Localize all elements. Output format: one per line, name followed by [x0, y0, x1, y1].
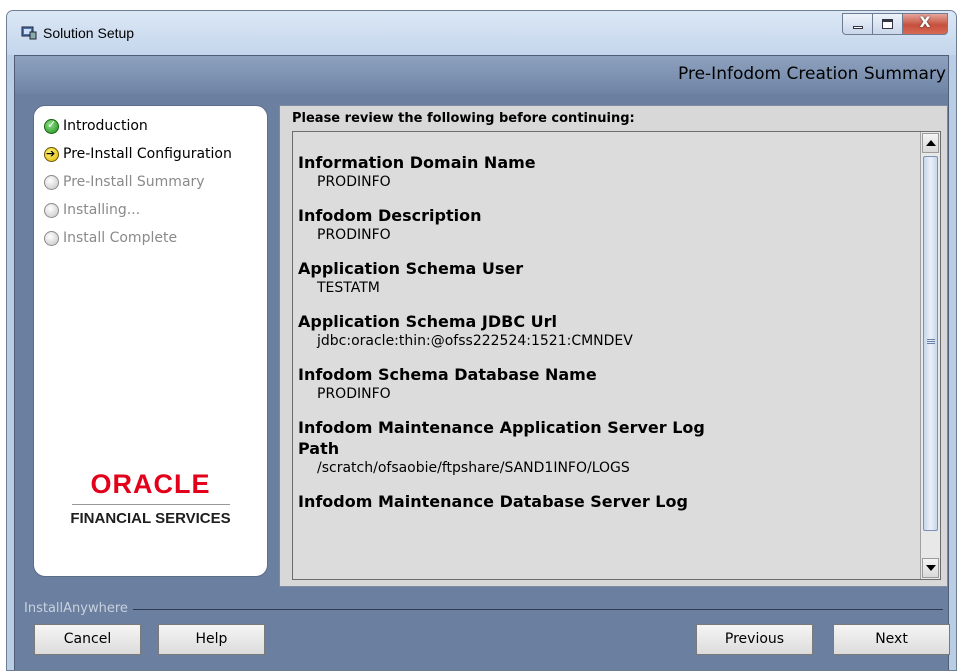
step-label: Installing... [63, 202, 141, 218]
vertical-scrollbar[interactable] [920, 132, 940, 579]
arrow-up-icon [926, 140, 936, 146]
step-label: Pre-Install Configuration [63, 146, 232, 162]
previous-button[interactable]: Previous [696, 624, 813, 655]
summary-scroll-area[interactable]: Information Domain Name PRODINFO Infodom… [292, 131, 941, 580]
summary-entry: Information Domain Name PRODINFO [298, 152, 898, 191]
title-bar[interactable]: Solution Setup X [7, 11, 956, 55]
step-label: Install Complete [63, 230, 178, 246]
arrow-right-icon [44, 146, 59, 162]
minimize-button[interactable] [842, 13, 872, 35]
entry-value: TESTATM [317, 280, 380, 296]
close-button[interactable]: X [902, 13, 948, 35]
check-icon [44, 118, 59, 134]
app-icon [21, 26, 37, 40]
entry-value: PRODINFO [317, 227, 391, 243]
pending-circle-icon [44, 230, 59, 246]
brand-subtitle: FINANCIAL SERVICES [70, 510, 231, 527]
arrow-down-icon [926, 565, 936, 571]
entry-label: Infodom Maintenance Database Server Log [298, 492, 688, 511]
minimize-icon [853, 26, 863, 29]
client-area: Pre-Infodom Creation Summary Introductio… [14, 55, 950, 670]
summary-entry: Application Schema JDBC Url jdbc:oracle:… [298, 311, 898, 350]
pending-circle-icon [44, 174, 59, 190]
pending-circle-icon [44, 202, 59, 218]
summary-entry: Infodom Schema Database Name PRODINFO [298, 364, 898, 403]
entry-value: /scratch/ofsaobie/ftpshare/SAND1INFO/LOG… [317, 460, 630, 476]
summary-entry: Application Schema User TESTATM [298, 258, 898, 297]
page-title: Pre-Infodom Creation Summary [678, 64, 946, 84]
step-label: Introduction [63, 118, 148, 134]
oracle-logo: ORACLE FINANCIAL SERVICES [34, 469, 267, 527]
scroll-down-button[interactable] [922, 558, 939, 578]
entry-value: PRODINFO [317, 174, 391, 190]
summary-panel: Please review the following before conti… [279, 105, 948, 587]
installer-window: Solution Setup X Pre-Infodom Creation Su… [6, 10, 957, 671]
step-installing: Installing... [44, 200, 140, 220]
brand-divider [71, 504, 230, 505]
grip-icon [927, 339, 935, 344]
entry-label: Information Domain Name [298, 153, 536, 172]
review-intro: Please review the following before conti… [292, 111, 635, 126]
maximize-button[interactable] [872, 13, 902, 35]
window-title: Solution Setup [43, 25, 135, 41]
entry-label: Application Schema User [298, 259, 524, 278]
summary-entry: Infodom Maintenance Database Server Log [298, 491, 898, 512]
entry-label: Application Schema JDBC Url [298, 312, 558, 331]
entry-label: Infodom Schema Database Name [298, 365, 597, 384]
step-pre-install-summary: Pre-Install Summary [44, 172, 205, 192]
entry-value: PRODINFO [317, 386, 391, 402]
window-controls: X [842, 13, 948, 35]
step-pre-install-configuration: Pre-Install Configuration [44, 144, 232, 164]
footer-divider [133, 609, 943, 610]
scroll-thumb[interactable] [923, 156, 938, 531]
brand-name: ORACLE [90, 469, 211, 499]
entry-value: jdbc:oracle:thin:@ofss222524:1521:CMNDEV [317, 333, 633, 349]
maximize-icon [882, 19, 893, 29]
summary-entry: Infodom Maintenance Application Server L… [298, 417, 898, 477]
entry-label: Infodom Description [298, 206, 482, 225]
step-introduction: Introduction [44, 116, 148, 136]
summary-entry: Infodom Description PRODINFO [298, 205, 898, 244]
summary-list: Information Domain Name PRODINFO Infodom… [298, 152, 898, 526]
cancel-button[interactable]: Cancel [34, 624, 141, 655]
entry-label: Infodom Maintenance Application Server L… [298, 418, 705, 458]
scroll-up-button[interactable] [922, 133, 939, 153]
steps-sidebar: Introduction Pre-Install Configuration P… [33, 105, 268, 577]
next-button[interactable]: Next [833, 624, 950, 655]
installer-brand-caption: InstallAnywhere [24, 601, 128, 616]
step-install-complete: Install Complete [44, 228, 177, 248]
help-button[interactable]: Help [158, 624, 265, 655]
close-icon: X [919, 15, 931, 31]
header-band: Pre-Infodom Creation Summary [15, 56, 948, 94]
step-label: Pre-Install Summary [63, 174, 205, 190]
